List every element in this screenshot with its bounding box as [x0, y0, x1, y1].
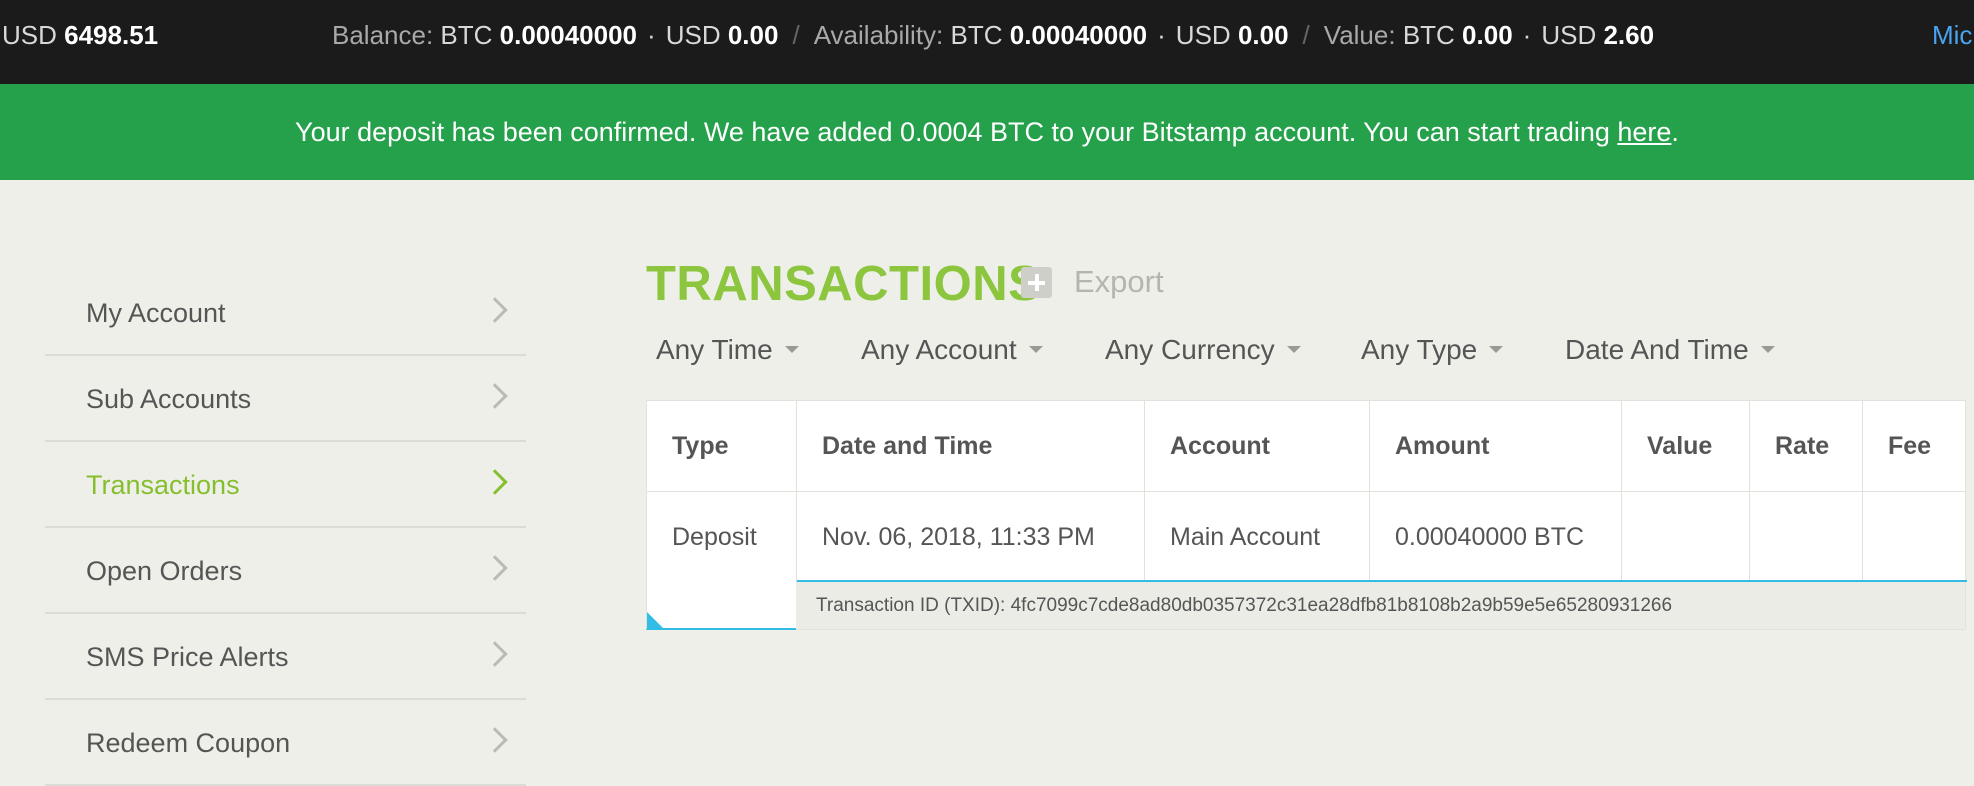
price-currency: USD — [2, 20, 57, 50]
chevron-right-icon — [482, 383, 508, 409]
caret-down-icon — [1760, 346, 1775, 354]
txid-detail: Transaction ID (TXID): 4fc7099c7cde8ad80… — [796, 582, 1966, 630]
column-header-amount[interactable]: Amount — [1370, 401, 1622, 491]
filter-type-dropdown[interactable]: Any Type — [1361, 334, 1504, 366]
caret-down-icon — [1028, 346, 1043, 354]
page-title: TRANSACTIONS — [646, 257, 1042, 311]
start-trading-link[interactable]: here — [1617, 117, 1671, 147]
sort-date-dropdown[interactable]: Date And Time — [1565, 334, 1775, 366]
balance-label: Balance: — [332, 20, 434, 50]
availability-usd-value: 0.00 — [1237, 20, 1289, 50]
sidebar-item-open-orders[interactable]: Open Orders — [45, 528, 526, 614]
filter-label: Any Account — [861, 334, 1017, 365]
column-header-account[interactable]: Account — [1145, 401, 1370, 491]
cell-amount: 0.00040000 BTC — [1370, 492, 1622, 582]
chevron-right-icon — [482, 555, 508, 581]
user-menu-link[interactable]: Mic — [1932, 20, 1972, 51]
plus-square-icon[interactable] — [1021, 267, 1052, 298]
filter-currency-dropdown[interactable]: Any Currency — [1105, 334, 1301, 366]
cell-fee — [1863, 492, 1967, 582]
balance-btc-currency: BTC — [440, 20, 493, 50]
filter-time-dropdown[interactable]: Any Time — [656, 334, 799, 366]
slash-separator: / — [1302, 20, 1310, 50]
column-header-fee[interactable]: Fee — [1863, 401, 1967, 491]
export-button[interactable]: Export — [1074, 264, 1164, 300]
deposit-confirmed-notice: Your deposit has been confirmed. We have… — [0, 84, 1974, 180]
value-usd-currency: USD — [1541, 20, 1597, 50]
value-btc-value: 0.00 — [1462, 20, 1513, 50]
value-usd-value: 2.60 — [1603, 20, 1655, 50]
sidebar-item-transactions[interactable]: Transactions — [45, 442, 526, 528]
notice-end: . — [1671, 117, 1679, 147]
dot-separator: · — [1522, 20, 1532, 50]
column-header-type[interactable]: Type — [647, 401, 797, 491]
chevron-right-icon — [482, 297, 508, 323]
account-summary: Balance: BTC 0.00040000 · USD 0.00 / Availab… — [332, 20, 1654, 51]
cell-type: Deposit — [647, 492, 797, 582]
value-btc-currency: BTC — [1402, 20, 1455, 50]
sidebar-item-my-account[interactable]: My Account — [45, 270, 526, 356]
chevron-right-icon — [482, 727, 508, 753]
chevron-right-icon — [482, 469, 508, 495]
chevron-right-icon — [482, 641, 508, 667]
filter-label: Date And Time — [1565, 334, 1749, 365]
value-label: Value: — [1323, 20, 1396, 50]
balance-btc-value: 0.00040000 — [499, 20, 638, 50]
sidebar-item-label: Transactions — [86, 470, 240, 500]
filter-label: Any Type — [1361, 334, 1478, 365]
table-header: Type Date and Time Account Amount Value … — [646, 400, 1966, 492]
column-header-rate[interactable]: Rate — [1750, 401, 1863, 491]
price-value: 6498.51 — [64, 20, 159, 50]
filter-account-dropdown[interactable]: Any Account — [861, 334, 1043, 366]
sidebar-item-label: SMS Price Alerts — [86, 642, 289, 672]
sidebar-item-label: Redeem Coupon — [86, 728, 291, 758]
sidebar-item-sub-accounts[interactable]: Sub Accounts — [45, 356, 526, 442]
column-header-value[interactable]: Value — [1622, 401, 1750, 491]
availability-btc-value: 0.00040000 — [1009, 20, 1148, 50]
cell-rate — [1750, 492, 1863, 582]
account-sidebar: My Account Sub Accounts Transactions Ope… — [45, 270, 526, 786]
transactions-table: Type Date and Time Account Amount Value … — [646, 400, 1967, 630]
caret-down-icon — [1286, 346, 1301, 354]
filter-label: Any Time — [656, 334, 773, 365]
sidebar-item-sms-price-alerts[interactable]: SMS Price Alerts — [45, 614, 526, 700]
availability-label: Availability: — [813, 20, 944, 50]
dot-separator: · — [1157, 20, 1166, 50]
corner-triangle-icon — [647, 612, 663, 628]
cell-datetime: Nov. 06, 2018, 11:33 PM — [797, 492, 1145, 582]
availability-usd-currency: USD — [1175, 20, 1231, 50]
slash-separator: / — [792, 20, 800, 50]
sidebar-item-label: Open Orders — [86, 556, 243, 586]
balance-usd-currency: USD — [665, 20, 721, 50]
availability-btc-currency: BTC — [950, 20, 1003, 50]
sidebar-item-redeem-coupon[interactable]: Redeem Coupon — [45, 700, 526, 786]
sidebar-item-label: My Account — [86, 298, 226, 328]
balance-usd-value: 0.00 — [727, 20, 779, 50]
dot-separator: · — [647, 20, 656, 50]
table-row[interactable]: Deposit Nov. 06, 2018, 11:33 PM Main Acc… — [646, 492, 1967, 582]
btc-price: USD 6498.51 — [2, 20, 158, 51]
caret-down-icon — [1489, 346, 1504, 354]
notice-text: Your deposit has been confirmed. We have… — [295, 117, 1618, 147]
top-balance-bar: USD 6498.51 Balance: BTC 0.00040000 · USD … — [0, 0, 1974, 84]
sidebar-item-label: Sub Accounts — [86, 384, 252, 414]
cell-account: Main Account — [1145, 492, 1370, 582]
column-header-date[interactable]: Date and Time — [797, 401, 1145, 491]
caret-down-icon — [784, 346, 799, 354]
row-expanded-marker — [646, 582, 796, 630]
filter-label: Any Currency — [1105, 334, 1275, 365]
cell-value — [1622, 492, 1750, 582]
